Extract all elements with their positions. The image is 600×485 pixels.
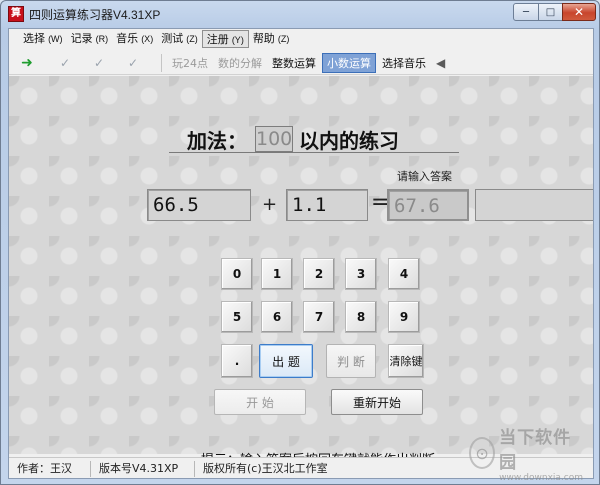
exercise-heading: 加法： 100 以内的练习 <box>187 124 399 154</box>
key-7[interactable]: 7 <box>303 301 335 333</box>
key-0[interactable]: 0 <box>221 258 253 290</box>
result-field <box>475 189 593 221</box>
key-6[interactable]: 6 <box>261 301 293 333</box>
close-button[interactable]: ✕ <box>562 3 596 21</box>
start-button[interactable]: 开 始 <box>214 389 306 415</box>
judge-button[interactable]: 判 断 <box>326 344 376 378</box>
heading-underline <box>169 152 459 153</box>
key-9[interactable]: 9 <box>388 301 420 333</box>
operand-1-field: 66.5 <box>147 189 251 221</box>
heading-prefix: 加法： <box>187 128 247 153</box>
maximize-button[interactable]: □ <box>538 3 563 21</box>
answer-prompt: 请输入答案 <box>397 170 452 183</box>
clear-button[interactable]: 清除键 <box>388 344 424 378</box>
key-1[interactable]: 1 <box>261 258 293 290</box>
menu-help[interactable]: 帮助 (Z) <box>249 30 294 48</box>
minimize-button[interactable]: ─ <box>513 3 539 21</box>
decimal-mode-button[interactable]: 小数运算 <box>322 52 376 73</box>
menu-music[interactable]: 音乐 (X) <box>112 30 157 48</box>
key-4[interactable]: 4 <box>388 258 420 290</box>
start-arrow-icon[interactable]: ➜ <box>15 53 39 73</box>
title-bar[interactable]: 算 四则运算练习器V4.31XP ─ □ ✕ <box>1 1 599 27</box>
restart-button[interactable]: 重新开始 <box>331 389 423 415</box>
toolbar-divider <box>161 53 162 72</box>
answer-input[interactable]: 67.6 <box>387 189 469 221</box>
watermark: ⊙ 当下软件园 www.downxia.com <box>469 428 583 483</box>
check-icon[interactable]: ✓ <box>121 53 145 73</box>
menu-select[interactable]: 选择 (W) <box>19 30 67 48</box>
status-version: 版本号V4.31XP <box>91 460 195 477</box>
menu-test[interactable]: 测试 (Z) <box>157 30 202 48</box>
check-icon[interactable]: ✓ <box>87 53 111 73</box>
toolbar: ➜ ✓ ✓ ✓ 玩24点 数的分解 整数运算 小数运算 选择音乐 ◀ <box>9 51 593 75</box>
speaker-icon[interactable]: ◀ <box>436 56 445 70</box>
status-author: 作者：王汉北 <box>9 460 91 478</box>
select-music-button[interactable]: 选择音乐 <box>378 54 430 72</box>
app-icon: 算 <box>8 6 24 22</box>
operand-2-field: 1.1 <box>286 189 368 221</box>
key-2[interactable]: 2 <box>303 258 335 290</box>
watermark-logo-icon: ⊙ <box>469 437 496 469</box>
practice-workspace: 加法： 100 以内的练习 请输入答案 66.5 + 1.1 = 67.6 0 … <box>9 76 593 468</box>
status-copyright: 版权所有(c)王汉北工作室 <box>203 461 328 475</box>
generate-question-button[interactable]: 出 题 <box>259 344 313 378</box>
operator-sign: + <box>262 194 278 215</box>
integer-mode-button[interactable]: 整数运算 <box>268 54 320 72</box>
check-icon[interactable]: ✓ <box>53 53 77 73</box>
watermark-text: 当下软件园 <box>499 428 572 473</box>
window-title: 四则运算练习器V4.31XP <box>29 8 161 22</box>
heading-suffix: 以内的练习 <box>299 128 399 153</box>
play-24-button[interactable]: 玩24点 <box>168 54 212 72</box>
key-8[interactable]: 8 <box>345 301 377 333</box>
menu-bar: 选择 (W) 记录 (R) 音乐 (X) 测试 (Z) 注册 (Y) 帮助 (Z… <box>9 29 593 49</box>
watermark-url: www.downxia.com <box>499 473 583 483</box>
key-5[interactable]: 5 <box>221 301 253 333</box>
client-area: 选择 (W) 记录 (R) 音乐 (X) 测试 (Z) 注册 (Y) 帮助 (Z… <box>8 28 594 479</box>
number-decompose-button[interactable]: 数的分解 <box>214 54 266 72</box>
key-3[interactable]: 3 <box>345 258 377 290</box>
range-limit-field[interactable]: 100 <box>255 126 293 152</box>
key-decimal-point[interactable]: . <box>221 344 253 378</box>
menu-record[interactable]: 记录 (R) <box>67 30 113 48</box>
menu-register[interactable]: 注册 (Y) <box>201 30 249 48</box>
app-window: 算 四则运算练习器V4.31XP ─ □ ✕ 选择 (W) 记录 (R) 音乐 … <box>0 0 600 485</box>
